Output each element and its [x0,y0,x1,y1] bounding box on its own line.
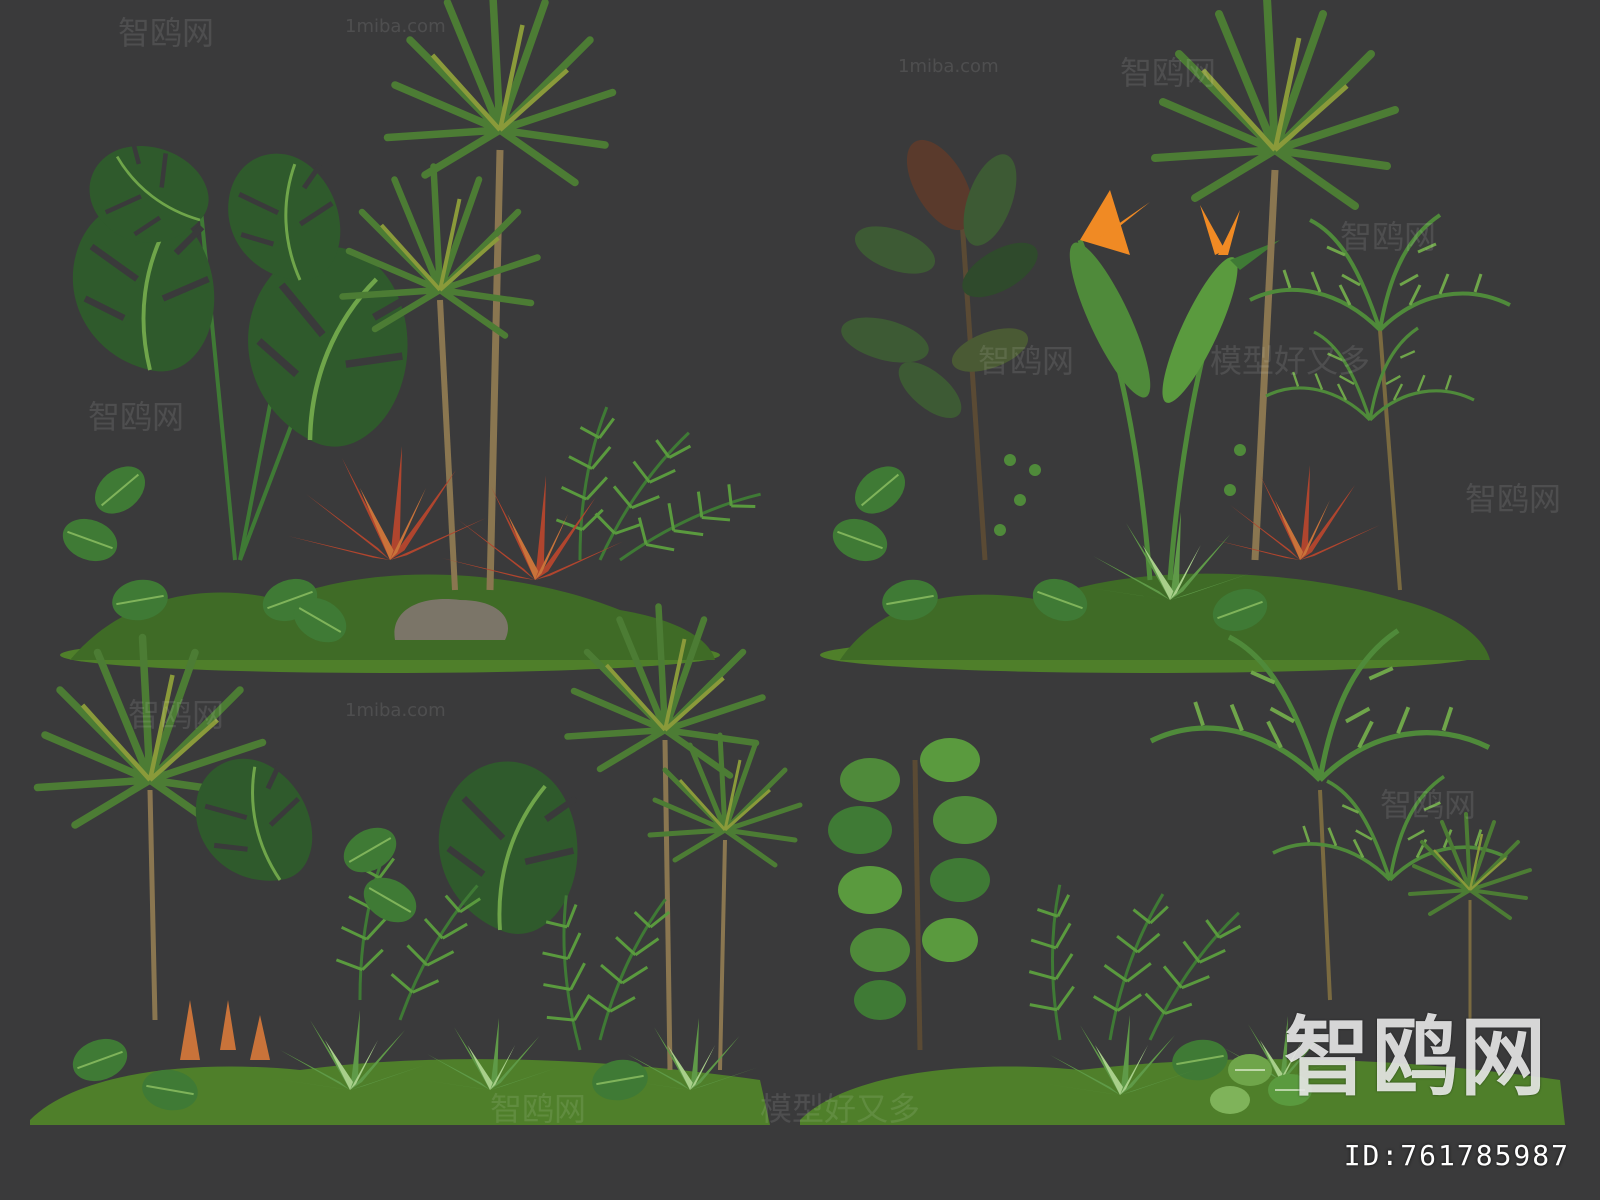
top-left-arrangement [55,0,766,673]
palm-icon [38,607,801,1071]
bird-of-paradise-icon [1069,190,1280,581]
foliage-icon [1000,881,1247,1086]
fiddle-leaf-fig-icon [828,738,997,1051]
watermark-brand-large: 智鸥网 [1284,1008,1548,1108]
top-right-arrangement [820,0,1512,673]
dracaena-icon [343,0,613,591]
image-id-label: ID:761785987 [1343,1139,1570,1172]
fern-icon [545,405,766,597]
bottom-left-arrangement [30,607,801,1125]
pitcher-plant-icon [180,1000,270,1060]
palm-icon [1151,631,1530,1020]
